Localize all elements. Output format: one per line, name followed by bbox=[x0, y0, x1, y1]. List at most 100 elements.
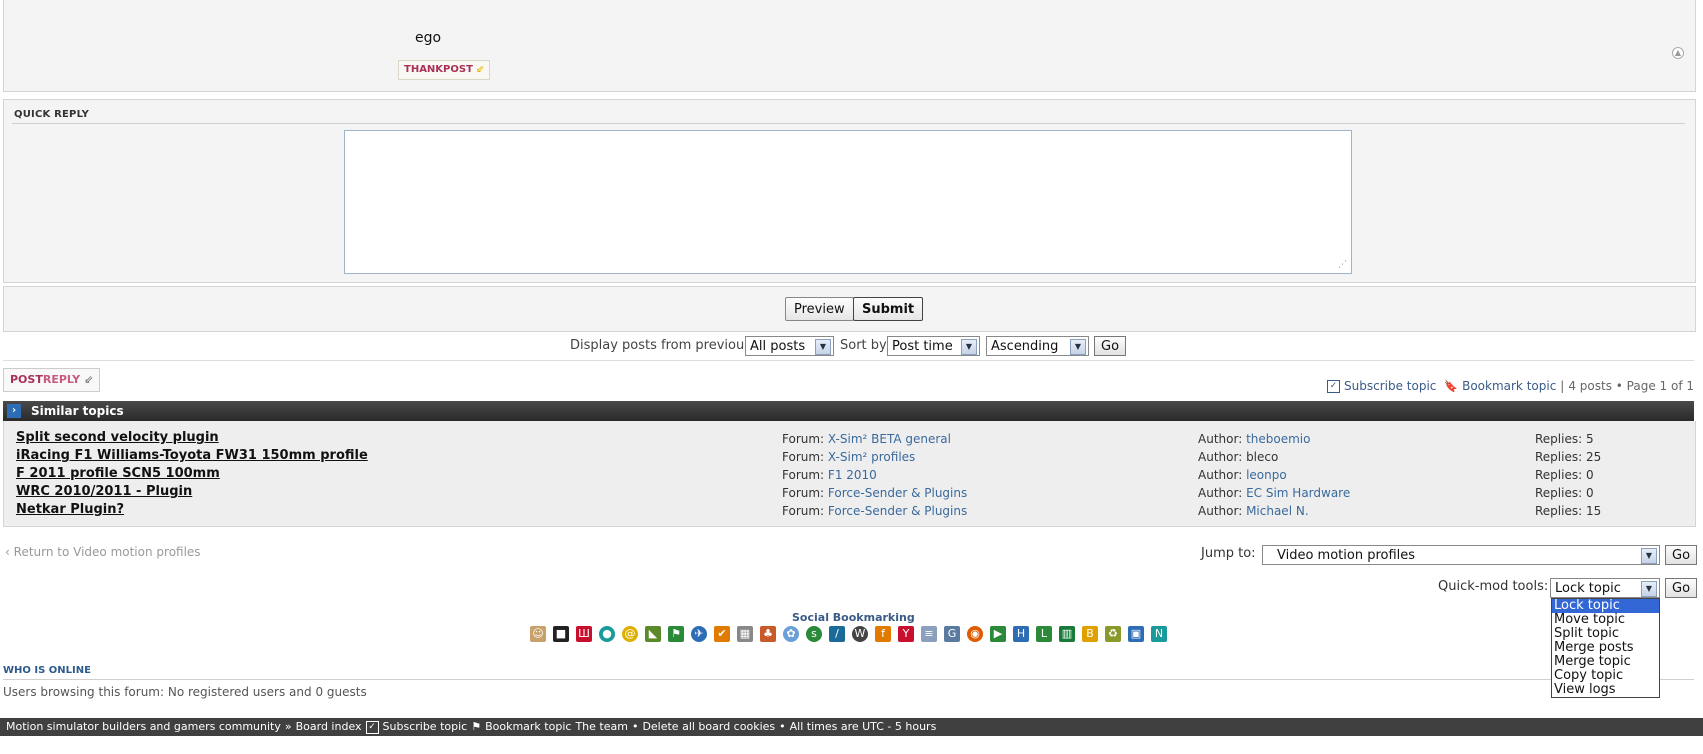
dropdown-option[interactable]: Merge topic bbox=[1552, 655, 1659, 669]
chevron-down-icon: ▼ bbox=[961, 339, 977, 355]
mixx-icon[interactable]: Ш bbox=[576, 626, 592, 642]
topic-actions: ✓ Subscribe topic 🔖 Bookmark topic | 4 p… bbox=[1327, 379, 1694, 393]
sort-go-button[interactable]: Go bbox=[1094, 336, 1127, 356]
expand-toggle-icon[interactable]: › bbox=[7, 404, 21, 418]
topic-link[interactable]: F 2011 profile SCN5 100mm bbox=[16, 466, 220, 481]
chevron-down-icon: ▼ bbox=[1641, 548, 1657, 564]
post-panel bbox=[3, 0, 1696, 92]
footer-bar: Motion simulator builders and gamers com… bbox=[0, 718, 1703, 736]
sort-order-select[interactable]: Ascending ▼ bbox=[986, 336, 1089, 356]
netvibes-icon[interactable]: ▥ bbox=[1059, 626, 1075, 642]
board-index-link[interactable]: Board index bbox=[296, 718, 362, 736]
checkbox-icon: ✓ bbox=[365, 720, 379, 734]
stumbleupon-icon[interactable]: / bbox=[829, 626, 845, 642]
yigg-icon[interactable]: ◣ bbox=[645, 626, 661, 642]
display-posts-select[interactable]: All posts ▼ bbox=[745, 336, 834, 356]
topic-link[interactable]: Split second velocity plugin bbox=[16, 430, 219, 445]
message-textarea[interactable] bbox=[344, 130, 1352, 274]
icio-icon[interactable]: ♣ bbox=[760, 626, 776, 642]
yahoo-icon[interactable]: Y bbox=[898, 626, 914, 642]
footer-subscribe-link[interactable]: Subscribe topic bbox=[383, 718, 468, 736]
author-cell: Author: bleco bbox=[1198, 450, 1279, 464]
author-link[interactable]: EC Sim Hardware bbox=[1246, 486, 1350, 500]
thank-post-label: THANKPOST bbox=[404, 64, 473, 75]
wordpress-icon[interactable]: f bbox=[875, 626, 891, 642]
folkd-icon[interactable]: ▦ bbox=[737, 626, 753, 642]
technorati-icon[interactable]: ● bbox=[599, 626, 615, 642]
topic-link[interactable]: Netkar Plugin? bbox=[16, 502, 124, 517]
table-row: F 2011 profile SCN5 100mm Forum: F1 2010… bbox=[16, 466, 1686, 484]
myspace-icon[interactable]: s bbox=[806, 626, 822, 642]
separator: | bbox=[1560, 379, 1565, 393]
delicious-icon[interactable]: ■ bbox=[553, 626, 569, 642]
table-row: WRC 2010/2011 - Plugin Forum: Force-Send… bbox=[16, 484, 1686, 502]
table-row: Netkar Plugin? Forum: Force-Sender & Plu… bbox=[16, 502, 1686, 520]
author-link[interactable]: Michael N. bbox=[1246, 504, 1309, 518]
quickmod-go-button[interactable]: Go bbox=[1665, 578, 1698, 598]
reddit-icon[interactable]: ◉ bbox=[967, 626, 983, 642]
quickmod-value: Lock topic bbox=[1555, 580, 1621, 596]
live-icon[interactable]: ▣ bbox=[1128, 626, 1144, 642]
forum-link[interactable]: X-Sim² profiles bbox=[828, 450, 915, 464]
forum-cell: Forum: Force-Sender & Plugins bbox=[782, 486, 968, 500]
resize-grip-icon[interactable]: ⋰ bbox=[1338, 260, 1348, 270]
back-to-top-icon[interactable]: ▲ bbox=[1672, 47, 1684, 59]
chevron-down-icon: ▼ bbox=[815, 339, 831, 355]
return-link[interactable]: ‹ Return to Video motion profiles bbox=[5, 545, 201, 559]
linkedin-icon[interactable]: L bbox=[1036, 626, 1052, 642]
team-link[interactable]: The team bbox=[575, 718, 628, 736]
replies-cell: Replies: 25 bbox=[1535, 450, 1602, 464]
sort-by-label: Sort by bbox=[840, 338, 887, 353]
submit-button[interactable]: Submit bbox=[853, 297, 924, 321]
digg-icon[interactable]: ☺ bbox=[530, 626, 546, 642]
dropdown-option[interactable]: Merge posts bbox=[1552, 641, 1659, 655]
blogmarks-icon[interactable]: B bbox=[1082, 626, 1098, 642]
bookmark-topic-link[interactable]: Bookmark topic bbox=[1462, 379, 1556, 393]
bookmark-icon: 🔖 bbox=[1444, 379, 1459, 393]
jump-go-button[interactable]: Go bbox=[1665, 545, 1698, 565]
dropdown-option[interactable]: Split topic bbox=[1552, 627, 1659, 641]
dropdown-option[interactable]: Move topic bbox=[1552, 613, 1659, 627]
subscribe-topic-link[interactable]: Subscribe topic bbox=[1344, 379, 1436, 393]
mister-wong-icon[interactable]: @ bbox=[622, 626, 638, 642]
dropdown-option[interactable]: Copy topic bbox=[1552, 669, 1659, 683]
post-content: ego bbox=[415, 30, 442, 46]
preview-button[interactable]: Preview bbox=[785, 297, 854, 321]
forum-cell: Forum: F1 2010 bbox=[782, 468, 877, 482]
hatena-icon[interactable]: H bbox=[1013, 626, 1029, 642]
quickmod-select[interactable]: Lock topic ▼ bbox=[1550, 578, 1660, 598]
thank-post-button[interactable]: THANKPOST ⇙ bbox=[398, 60, 491, 80]
forum-link[interactable]: Force-Sender & Plugins bbox=[828, 486, 967, 500]
jump-to-value: Video motion profiles bbox=[1277, 547, 1416, 563]
newsvine-icon[interactable]: N bbox=[1151, 626, 1167, 642]
post-reply-button[interactable]: POSTREPLY ⇙ bbox=[3, 368, 101, 392]
google-icon[interactable]: G bbox=[944, 626, 960, 642]
topic-link[interactable]: WRC 2010/2011 - Plugin bbox=[16, 484, 192, 499]
forum-link[interactable]: F1 2010 bbox=[828, 468, 877, 482]
oneview-icon[interactable]: ✔ bbox=[714, 626, 730, 642]
seoigg-icon[interactable]: ▶ bbox=[990, 626, 1006, 642]
bonzobox-icon[interactable]: ♻ bbox=[1105, 626, 1121, 642]
author-link[interactable]: theboemio bbox=[1246, 432, 1310, 446]
jump-to-select[interactable]: Video motion profiles ▼ bbox=[1262, 545, 1660, 565]
similar-topics-header: › Similar topics bbox=[3, 401, 1694, 421]
blinklist-icon[interactable]: ≡ bbox=[921, 626, 937, 642]
dropdown-option[interactable]: View logs bbox=[1552, 683, 1659, 697]
dropdown-option[interactable]: Lock topic bbox=[1552, 599, 1659, 613]
webnews-icon[interactable]: ⚑ bbox=[668, 626, 684, 642]
forum-link[interactable]: Force-Sender & Plugins bbox=[828, 504, 967, 518]
linkarena-icon[interactable]: ✈ bbox=[691, 626, 707, 642]
author-link[interactable]: leonpo bbox=[1246, 468, 1287, 482]
forum-cell: Forum: Force-Sender & Plugins bbox=[782, 504, 968, 518]
forum-link[interactable]: X-Sim² BETA general bbox=[828, 432, 951, 446]
display-posts-value: All posts bbox=[750, 338, 806, 354]
infopirat-icon[interactable]: ✿ bbox=[783, 626, 799, 642]
footer-bookmark-link[interactable]: Bookmark topic bbox=[485, 718, 571, 736]
board-link[interactable]: Motion simulator builders and gamers com… bbox=[6, 718, 281, 736]
slashdot-icon[interactable]: W bbox=[852, 626, 868, 642]
quickmod-dropdown-list[interactable]: Lock topic Move topic Split topic Merge … bbox=[1551, 598, 1660, 698]
topic-link[interactable]: iRacing F1 Williams-Toyota FW31 150mm pr… bbox=[16, 448, 368, 463]
sort-key-select[interactable]: Post time ▼ bbox=[887, 336, 980, 356]
delete-cookies-link[interactable]: Delete all board cookies bbox=[642, 718, 775, 736]
chevron-down-icon: ▼ bbox=[1070, 339, 1086, 355]
